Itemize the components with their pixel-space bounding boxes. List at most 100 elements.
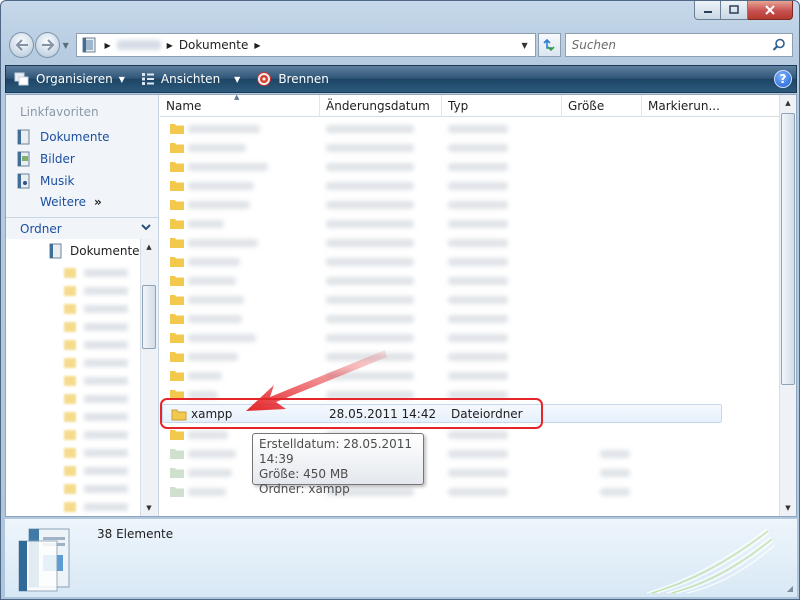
tree-item[interactable] (64, 411, 128, 423)
scroll-thumb[interactable] (142, 285, 156, 349)
tree-item[interactable] (64, 339, 128, 351)
breadcrumb-separator[interactable]: ▶ (167, 41, 173, 50)
file-row[interactable] (160, 463, 720, 482)
blurred-text (188, 163, 268, 171)
close-icon (765, 5, 775, 15)
blurred-text (188, 182, 254, 190)
favorite-documents[interactable]: Dokumente (16, 129, 110, 145)
column-name[interactable]: Name ▲ (160, 95, 320, 117)
tree-item[interactable] (64, 303, 128, 315)
back-button[interactable] (9, 32, 34, 58)
close-button[interactable] (748, 1, 793, 20)
blurred-text (448, 296, 508, 304)
folder-icon (64, 430, 76, 440)
search-input[interactable] (571, 38, 772, 52)
tree-item[interactable] (64, 465, 128, 477)
views-label: Ansichten (160, 72, 221, 86)
file-list-scrollbar[interactable]: ▲ ▼ (779, 95, 796, 516)
search-icon[interactable] (772, 38, 786, 52)
blurred-text (188, 334, 256, 342)
resize-grip-icon[interactable]: ◢ (787, 584, 793, 593)
tree-item[interactable] (64, 483, 128, 495)
favorite-label: Bilder (40, 152, 75, 166)
organize-button[interactable]: Organisieren ▼ (6, 67, 133, 91)
tree-item[interactable] (64, 447, 128, 459)
file-row[interactable] (160, 138, 720, 157)
scroll-down-arrow[interactable]: ▼ (780, 500, 796, 516)
favorite-music[interactable]: Musik (16, 173, 75, 189)
blurred-text (188, 450, 236, 458)
favorite-more-label: Weitere (40, 195, 87, 209)
file-row[interactable] (160, 271, 720, 290)
file-row[interactable] (160, 309, 720, 328)
file-row[interactable] (160, 157, 720, 176)
scroll-down-arrow[interactable]: ▼ (141, 500, 157, 516)
breadcrumb-separator[interactable]: ▶ (105, 41, 111, 50)
tree-item[interactable] (64, 357, 128, 369)
blurred-text (448, 450, 508, 458)
refresh-button[interactable] (537, 33, 561, 57)
scroll-up-arrow[interactable]: ▲ (780, 95, 796, 111)
tree-item[interactable] (64, 285, 128, 297)
help-button[interactable]: ? (774, 70, 792, 88)
breadcrumb-documents[interactable]: Dokumente (179, 38, 249, 52)
folder-icon (170, 449, 184, 459)
tree-item[interactable] (64, 375, 128, 387)
maximize-button[interactable] (721, 1, 748, 20)
file-row[interactable] (160, 119, 720, 138)
favorite-pictures[interactable]: Bilder (16, 151, 75, 167)
column-type[interactable]: Typ (442, 95, 562, 117)
tree-item[interactable] (64, 393, 128, 405)
blurred-text (448, 182, 508, 190)
address-bar[interactable]: ▶ ▶ Dokumente ▶ ▼ (75, 33, 536, 57)
tree-item-label: Dokumente (70, 244, 140, 258)
folder-icon (64, 358, 76, 368)
back-arrow-icon (15, 39, 28, 51)
tree-item[interactable] (64, 321, 128, 333)
column-tags[interactable]: Markierun... (642, 95, 780, 117)
file-row[interactable] (160, 233, 720, 252)
folders-header[interactable]: Ordner (6, 217, 158, 239)
forward-button[interactable] (35, 32, 60, 58)
scroll-thumb[interactable] (781, 113, 795, 385)
tree-item[interactable] (64, 501, 128, 513)
blurred-text (600, 450, 630, 458)
organize-label: Organisieren (36, 72, 113, 86)
tree-scrollbar[interactable]: ▲ ▼ (140, 239, 157, 516)
column-date-label: Änderungsdatum (326, 99, 430, 113)
tree-item-documents[interactable]: Dokumente (48, 243, 140, 259)
favorite-more[interactable]: Weitere » (40, 195, 102, 209)
file-row[interactable] (160, 290, 720, 309)
file-row[interactable] (160, 195, 720, 214)
minimize-button[interactable] (694, 1, 721, 20)
file-row[interactable] (160, 482, 720, 501)
chevron-down-icon: ▼ (118, 74, 125, 84)
breadcrumb-separator[interactable]: ▶ (254, 41, 260, 50)
folder-icon (170, 468, 184, 478)
refresh-icon (543, 38, 555, 52)
minimize-icon (703, 11, 712, 13)
blurred-text (448, 125, 508, 133)
views-button[interactable]: Ansichten ▼ (133, 67, 248, 91)
tree-item[interactable] (64, 429, 128, 441)
scroll-up-arrow[interactable]: ▲ (141, 239, 157, 255)
file-row[interactable] (160, 252, 720, 271)
chevron-down-icon (141, 224, 151, 231)
file-row[interactable] (160, 176, 720, 195)
search-box (564, 33, 793, 57)
sort-ascending-icon: ▲ (234, 95, 240, 101)
blurred-text (326, 315, 414, 323)
burn-button[interactable]: Brennen (248, 67, 336, 91)
tree-item[interactable] (64, 267, 128, 279)
column-date[interactable]: Änderungsdatum (320, 95, 442, 117)
breadcrumb-user[interactable] (116, 40, 161, 50)
blurred-text (188, 488, 226, 496)
blurred-text (188, 258, 240, 266)
address-dropdown[interactable]: ▼ (515, 34, 535, 56)
column-size[interactable]: Größe (562, 95, 642, 117)
file-row[interactable] (160, 444, 720, 463)
recent-pages-dropdown[interactable]: ▼ (60, 32, 72, 58)
blurred-text (326, 220, 414, 228)
file-row[interactable] (160, 214, 720, 233)
blurred-text (448, 220, 508, 228)
